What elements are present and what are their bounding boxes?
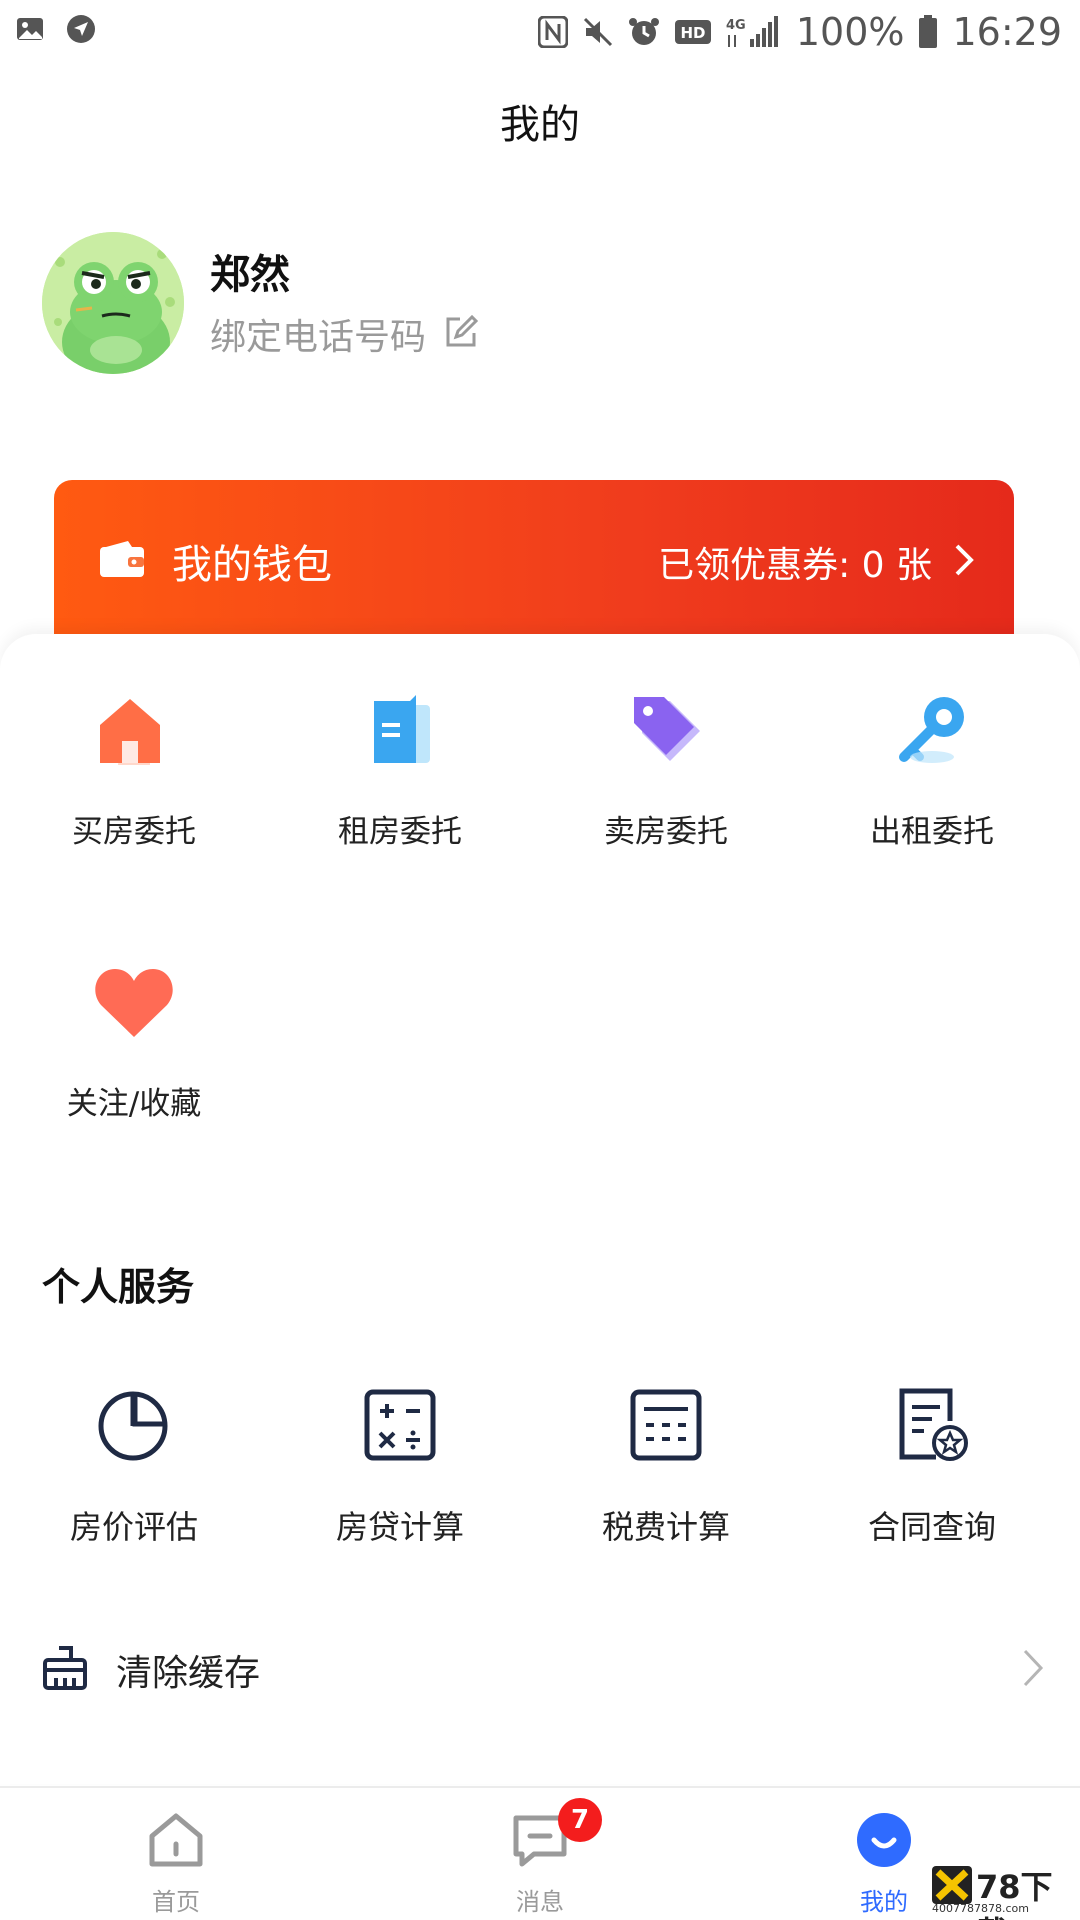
- service-item-mortgage-calc[interactable]: 房贷计算: [300, 1380, 500, 1548]
- contract-icon: [887, 1380, 977, 1470]
- grid-item-buy-entrust[interactable]: 买房委托: [34, 686, 234, 851]
- bind-phone-link[interactable]: 绑定电话号码: [210, 308, 479, 360]
- wallet-icon: [98, 539, 146, 583]
- alarm-icon: [628, 16, 660, 48]
- profile-page: HD 4G 100% 16:29 我的 郑然 绑定电话号码 我的钱包 已领优惠券…: [0, 0, 1080, 1920]
- service-label: 房价评估: [69, 1508, 198, 1546]
- coupon-count: 已领优惠券: 0 张: [658, 545, 932, 586]
- battery-icon: [918, 15, 938, 49]
- watermark-logo: [932, 1866, 972, 1904]
- navigation-app-icon: [66, 14, 96, 44]
- wallet-title: 我的钱包: [172, 542, 332, 588]
- service-label: 房贷计算: [335, 1508, 464, 1546]
- unread-badge: 7: [558, 1798, 602, 1842]
- page-title: 我的: [500, 102, 580, 148]
- hd-voice-icon: HD: [674, 19, 712, 45]
- content-card: 买房委托 租房委托 卖房委托 出租委托 关注/收藏: [0, 634, 1080, 1784]
- chevron-right-icon: [954, 543, 974, 581]
- heart-icon: [89, 958, 179, 1048]
- tag-icon: [621, 686, 711, 776]
- coupon-link[interactable]: 已领优惠券: 0 张: [658, 536, 974, 588]
- key-icon: [887, 686, 977, 776]
- username: 郑然: [210, 252, 290, 298]
- svg-text:4G: 4G: [726, 18, 746, 33]
- edit-icon[interactable]: [444, 314, 479, 353]
- frog-avatar-image: [42, 232, 184, 374]
- avatar[interactable]: [42, 232, 184, 374]
- chevron-right-icon: [1022, 1648, 1044, 1692]
- wallet-banner[interactable]: 我的钱包 已领优惠券: 0 张: [54, 480, 1014, 660]
- service-label: 合同查询: [867, 1508, 996, 1546]
- grid-item-rent-entrust[interactable]: 租房委托: [300, 686, 500, 851]
- clock: 16:29: [952, 10, 1062, 54]
- section-title-services: 个人服务: [42, 1265, 195, 1309]
- watermark-url: 4007787878.com: [932, 1902, 1029, 1915]
- status-bar: HD 4G 100% 16:29: [0, 0, 1080, 66]
- nfc-icon: [537, 16, 568, 48]
- clear-cache-label: 清除缓存: [116, 1653, 261, 1694]
- site-watermark: 78下载 4007787878.com: [932, 1866, 1072, 1920]
- wallet-left: 我的钱包: [98, 532, 332, 590]
- tab-home[interactable]: 首页: [76, 1788, 276, 1920]
- service-item-price-evaluation[interactable]: 房价评估: [34, 1380, 234, 1548]
- grid-label: 卖房委托: [604, 814, 728, 850]
- status-bar-right: HD 4G 100% 16:29: [537, 10, 1062, 54]
- calculator-icon: [355, 1380, 445, 1470]
- tax-calculator-icon: [621, 1380, 711, 1470]
- tab-messages[interactable]: 7 消息: [440, 1788, 640, 1920]
- svg-text:HD: HD: [680, 24, 705, 42]
- house-icon: [89, 686, 179, 776]
- grid-label: 关注/收藏: [66, 1086, 202, 1122]
- pie-chart-icon: [89, 1380, 179, 1470]
- home-icon: [149, 1813, 203, 1867]
- grid-label: 买房委托: [72, 814, 196, 850]
- broom-icon: [42, 1644, 88, 1696]
- tab-label: 消息: [516, 1888, 564, 1916]
- document-icon: [355, 686, 445, 776]
- grid-item-favorites[interactable]: 关注/收藏: [34, 958, 234, 1123]
- profile-smile-icon: [857, 1813, 911, 1867]
- tab-label: 首页: [152, 1888, 200, 1916]
- grid-label: 租房委托: [338, 814, 462, 850]
- status-bar-left: [16, 14, 96, 44]
- grid-label: 出租委托: [870, 814, 994, 850]
- bind-phone-label: 绑定电话号码: [210, 317, 427, 358]
- service-item-contract-query[interactable]: 合同查询: [832, 1380, 1032, 1548]
- grid-item-lease-entrust[interactable]: 出租委托: [832, 686, 1032, 851]
- grid-item-sell-entrust[interactable]: 卖房委托: [566, 686, 766, 851]
- gallery-icon: [16, 15, 44, 43]
- mute-icon: [582, 16, 614, 48]
- service-label: 税费计算: [601, 1508, 730, 1546]
- clear-cache-row[interactable]: 清除缓存: [0, 1620, 1080, 1720]
- bottom-tab-bar: 首页 7 消息 我的: [0, 1786, 1080, 1920]
- battery-percent: 100%: [795, 10, 905, 54]
- service-item-tax-calc[interactable]: 税费计算: [566, 1380, 766, 1548]
- signal-icon: 4G: [726, 15, 782, 49]
